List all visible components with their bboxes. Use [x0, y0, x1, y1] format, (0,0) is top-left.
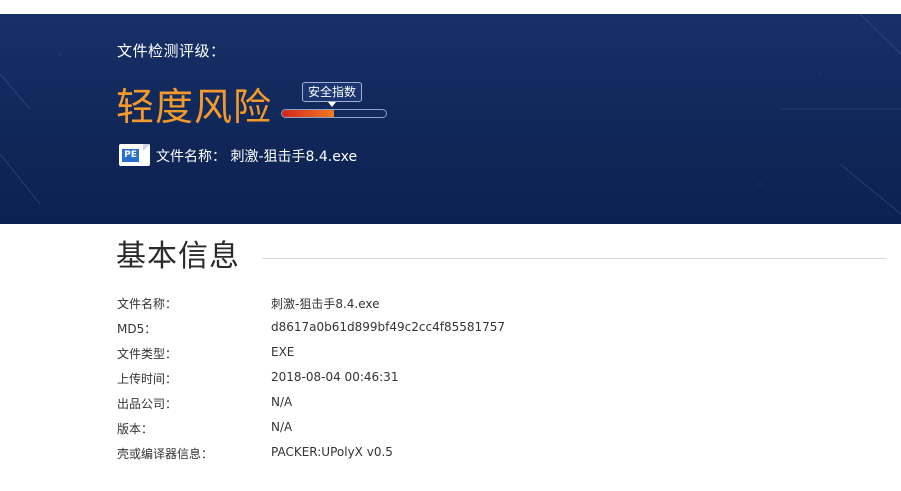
- rating-label: 文件检测评级：: [117, 42, 226, 60]
- info-label: 出品公司：: [117, 397, 178, 411]
- info-label: 版本：: [117, 422, 154, 436]
- info-value: PACKER:UPolyX v0.5: [271, 445, 393, 459]
- safety-index-pointer: [328, 102, 336, 107]
- pe-file-icon-fold: [143, 144, 150, 151]
- pe-file-icon-label: PE: [122, 149, 139, 162]
- safety-index-bar: [281, 109, 387, 118]
- section-divider: [262, 258, 887, 259]
- info-value: 刺激-狙击手8.4.exe: [271, 297, 380, 311]
- info-label: MD5：: [117, 322, 157, 336]
- info-value: N/A: [271, 395, 293, 409]
- info-value: 2018-08-04 00:46:31: [271, 370, 399, 384]
- info-label: 上传时间：: [117, 372, 178, 386]
- safety-index-bar-fill: [282, 110, 334, 117]
- detection-banner: 文件检测评级： 轻度风险 安全指数 PE 文件名称： 刺激-狙击手8.4.exe: [0, 14, 901, 224]
- risk-level: 轻度风险: [116, 85, 273, 129]
- info-value: EXE: [271, 345, 295, 359]
- info-label: 文件类型：: [117, 347, 178, 361]
- basic-info-title: 基本信息: [116, 239, 240, 274]
- info-label: 文件名称：: [117, 297, 178, 311]
- safety-index-tag: 安全指数: [302, 82, 363, 102]
- info-value: N/A: [271, 420, 293, 434]
- file-caption: 文件名称： 刺激-狙击手8.4.exe: [156, 149, 358, 165]
- pe-file-icon: PE: [119, 144, 150, 166]
- info-label: 壳或编译器信息：: [117, 447, 214, 461]
- top-strip: [0, 0, 901, 14]
- info-value: d8617a0b61d899bf49c2cc4f85581757: [271, 320, 506, 334]
